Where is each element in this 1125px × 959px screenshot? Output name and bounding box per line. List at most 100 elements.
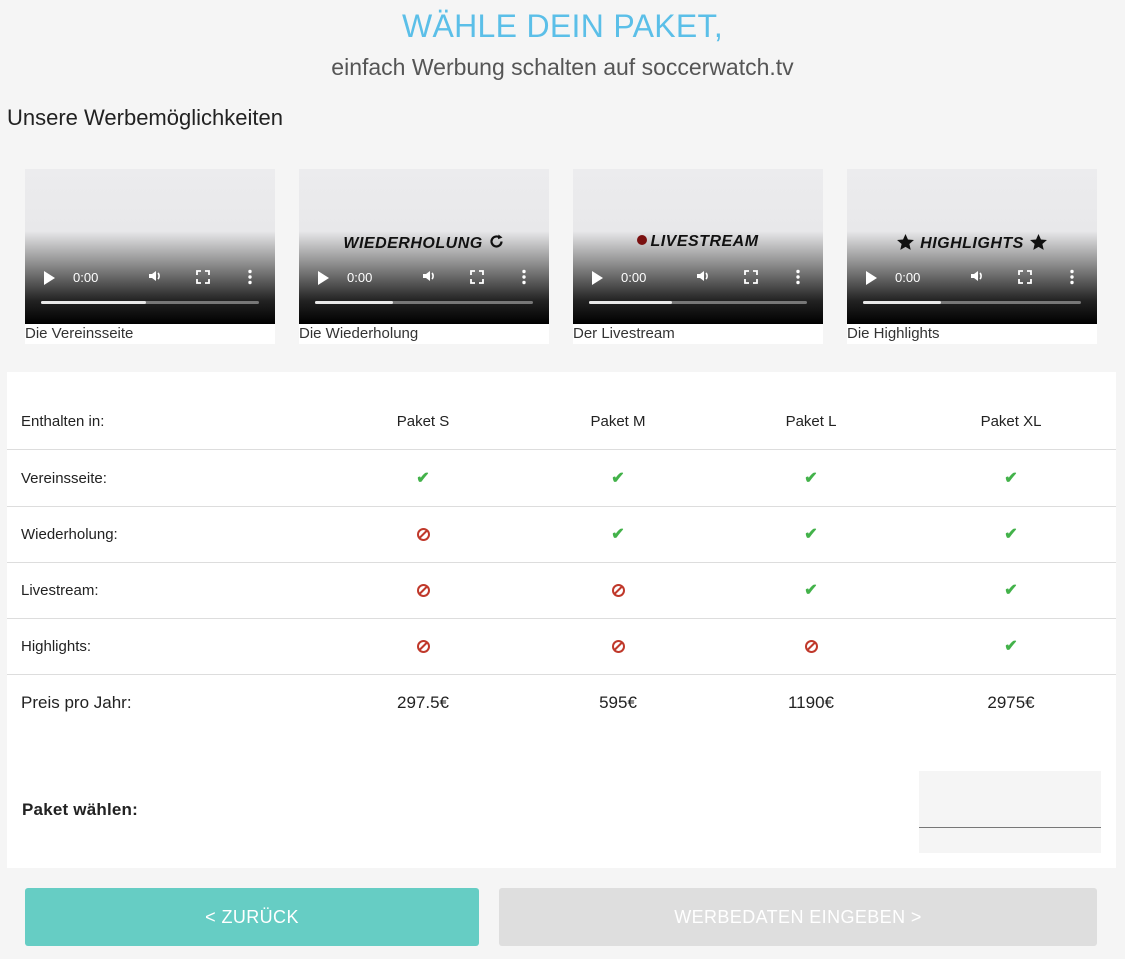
feature-cell-paket-s: ✔: [363, 451, 483, 507]
feature-cell-paket-xl: ✔: [951, 451, 1071, 507]
check-icon: ✔: [804, 526, 818, 543]
enter-ad-data-button[interactable]: WERBEDATEN EINGEBEN >: [499, 888, 1097, 946]
volume-icon[interactable]: [695, 268, 711, 289]
video-progress-bar[interactable]: [41, 301, 259, 304]
feature-cell-paket-xl: ✔: [951, 619, 1071, 675]
video-caption: Die Highlights: [847, 324, 1097, 344]
package-table: Enthalten in: Paket S Paket M Paket L Pa…: [7, 372, 1116, 868]
check-icon: ✔: [1004, 582, 1018, 599]
video-time: 0:00: [73, 270, 99, 285]
video-overlay-title: WIEDERHOLUNG: [299, 233, 549, 253]
video-caption: Die Wiederholung: [299, 324, 549, 344]
check-icon: ✔: [416, 470, 430, 487]
check-icon: ✔: [804, 582, 818, 599]
feature-cell-paket-xl: ✔: [951, 563, 1071, 619]
column-header-paket-xl: Paket XL: [980, 413, 1042, 430]
video-time: 0:00: [621, 270, 647, 285]
fullscreen-icon[interactable]: [744, 270, 758, 289]
price-paket-xl: 2975€: [987, 693, 1035, 712]
table-header-row: Enthalten in: Paket S Paket M Paket L Pa…: [7, 394, 1116, 450]
price-row: Preis pro Jahr: 297.5€ 595€ 1190€ 2975€: [7, 675, 1116, 731]
play-icon[interactable]: [866, 271, 877, 285]
not-included-icon: [611, 583, 625, 597]
column-header-paket-m: Paket M: [590, 413, 646, 430]
more-options-icon[interactable]: [247, 269, 253, 290]
video-progress-bar[interactable]: [315, 301, 533, 304]
feature-cell-paket-l: ✔: [751, 507, 871, 563]
not-included-icon: [416, 639, 430, 653]
star-icon: [1029, 233, 1048, 252]
feature-label: Livestream:: [21, 582, 99, 599]
volume-icon[interactable]: [147, 268, 163, 289]
table-header-label: Enthalten in:: [21, 413, 105, 430]
table-row: Highlights: ✔: [7, 619, 1116, 675]
video-caption: Die Vereinsseite: [25, 324, 275, 344]
feature-label: Highlights:: [21, 638, 92, 655]
back-button[interactable]: < ZURÜCK: [25, 888, 479, 946]
not-included-icon: [416, 527, 430, 541]
feature-cell-paket-l: ✔: [751, 563, 871, 619]
feature-cell-paket-m: [558, 563, 678, 619]
fullscreen-icon[interactable]: [1018, 270, 1032, 289]
video-controls: 0:00: [573, 269, 823, 289]
page-subtitle: einfach Werbung schalten auf soccerwatch…: [331, 54, 794, 80]
fullscreen-icon[interactable]: [196, 270, 210, 289]
video-time: 0:00: [347, 270, 373, 285]
video-card-highlights: HIGHLIGHTS 0:00 Die Highlights: [847, 169, 1097, 344]
play-icon[interactable]: [318, 271, 329, 285]
more-options-icon[interactable]: [795, 269, 801, 290]
feature-cell-paket-l: ✔: [751, 451, 871, 507]
video-card-wiederholung: WIEDERHOLUNG 0:00 Die Wiederholung: [299, 169, 549, 344]
not-included-icon: [804, 639, 818, 653]
play-icon[interactable]: [592, 271, 603, 285]
not-included-icon: [611, 639, 625, 653]
check-icon: ✔: [1004, 638, 1018, 655]
feature-cell-paket-s: [363, 563, 483, 619]
column-header-paket-s: Paket S: [396, 413, 450, 430]
video-player[interactable]: HIGHLIGHTS 0:00: [847, 169, 1097, 324]
video-controls: 0:00: [25, 269, 275, 289]
feature-label: Wiederholung:: [21, 526, 118, 543]
video-player[interactable]: 0:00: [25, 169, 275, 324]
video-progress-fill: [41, 301, 146, 304]
video-progress-bar[interactable]: [589, 301, 807, 304]
page-title: WÄHLE DEIN PAKET,: [401, 8, 724, 44]
video-progress-fill: [863, 301, 942, 304]
video-player[interactable]: LIVESTREAM 0:00: [573, 169, 823, 324]
fullscreen-icon[interactable]: [470, 270, 484, 289]
table-row: Livestream: ✔ ✔: [7, 563, 1116, 619]
more-options-icon[interactable]: [521, 269, 527, 290]
play-icon[interactable]: [44, 271, 55, 285]
price-paket-l: 1190€: [787, 693, 834, 712]
video-progress-fill: [589, 301, 672, 304]
star-icon: [896, 233, 915, 252]
select-underline: [919, 827, 1101, 828]
volume-icon[interactable]: [421, 268, 437, 289]
video-overlay-title: LIVESTREAM: [573, 233, 823, 251]
price-label: Preis pro Jahr:: [21, 693, 132, 712]
price-paket-s: 297.5€: [397, 693, 449, 712]
feature-label: Vereinsseite:: [21, 470, 107, 487]
video-overlay-title: HIGHLIGHTS: [847, 233, 1097, 253]
feature-cell-paket-m: ✔: [558, 451, 678, 507]
table-row: Wiederholung: ✔ ✔ ✔: [7, 507, 1116, 563]
feature-cell-paket-xl: ✔: [951, 507, 1071, 563]
package-select[interactable]: [919, 771, 1101, 853]
choose-package-label: Paket wählen:: [22, 800, 138, 819]
video-controls: 0:00: [299, 269, 549, 289]
check-icon: ✔: [804, 470, 818, 487]
section-heading: Unsere Werbemöglichkeiten: [7, 105, 283, 130]
feature-cell-paket-s: [363, 619, 483, 675]
feature-cell-paket-m: ✔: [558, 507, 678, 563]
more-options-icon[interactable]: [1069, 269, 1075, 290]
table-row: Vereinsseite: ✔ ✔ ✔ ✔: [7, 451, 1116, 507]
video-progress-fill: [315, 301, 394, 304]
live-dot-icon: [637, 235, 648, 245]
feature-cell-paket-s: [363, 507, 483, 563]
replay-icon: [488, 234, 505, 252]
volume-icon[interactable]: [969, 268, 985, 289]
video-progress-bar[interactable]: [863, 301, 1081, 304]
video-card-livestream: LIVESTREAM 0:00 Der Livestream: [573, 169, 823, 344]
check-icon: ✔: [1004, 470, 1018, 487]
video-player[interactable]: WIEDERHOLUNG 0:00: [299, 169, 549, 324]
